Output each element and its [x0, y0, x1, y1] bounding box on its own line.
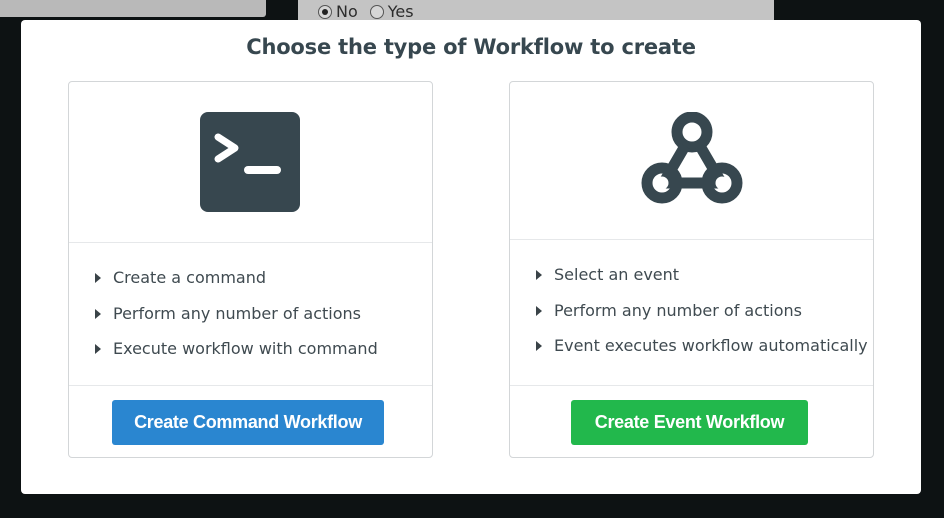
- caret-right-icon: [536, 270, 542, 280]
- caret-right-icon: [536, 305, 542, 316]
- event-steps-list: Select an event Perform any number of ac…: [510, 263, 873, 370]
- list-item: Create a command: [69, 266, 432, 302]
- list-item: Perform any number of actions: [69, 302, 432, 338]
- modal-title: Choose the type of Workflow to create: [246, 35, 696, 59]
- caret-right-icon: [536, 341, 542, 351]
- create-command-workflow-button[interactable]: Create Command Workflow: [112, 400, 384, 445]
- background-radio-group: No Yes: [318, 2, 422, 21]
- background-panel: [0, 0, 266, 17]
- list-item: Select an event: [510, 263, 873, 299]
- radio-no-label: No: [336, 2, 358, 21]
- list-item: Event executes workflow automatically: [510, 334, 873, 370]
- list-item: Execute workflow with command: [69, 337, 432, 373]
- caret-right-icon: [95, 273, 101, 283]
- list-item: Perform any number of actions: [510, 299, 873, 335]
- caret-right-icon: [95, 344, 101, 354]
- command-steps-list: Create a command Perform any number of a…: [69, 266, 432, 373]
- create-event-workflow-button[interactable]: Create Event Workflow: [571, 400, 808, 445]
- card-icon-area: [69, 82, 432, 243]
- card-footer: Create Command Workflow: [69, 385, 432, 458]
- card-icon-area: [510, 82, 873, 240]
- event-workflow-card: Select an event Perform any number of ac…: [509, 81, 874, 458]
- command-workflow-card: Create a command Perform any number of a…: [68, 81, 433, 458]
- radio-no[interactable]: [318, 4, 332, 19]
- caret-right-icon: [95, 308, 101, 319]
- radio-yes[interactable]: [369, 4, 384, 19]
- radio-yes-label: Yes: [387, 2, 414, 21]
- workflow-type-modal: Choose the type of Workflow to create Cr…: [21, 20, 921, 494]
- webhook-icon: [641, 112, 743, 204]
- card-footer: Create Event Workflow: [510, 385, 873, 458]
- terminal-icon: [200, 112, 300, 212]
